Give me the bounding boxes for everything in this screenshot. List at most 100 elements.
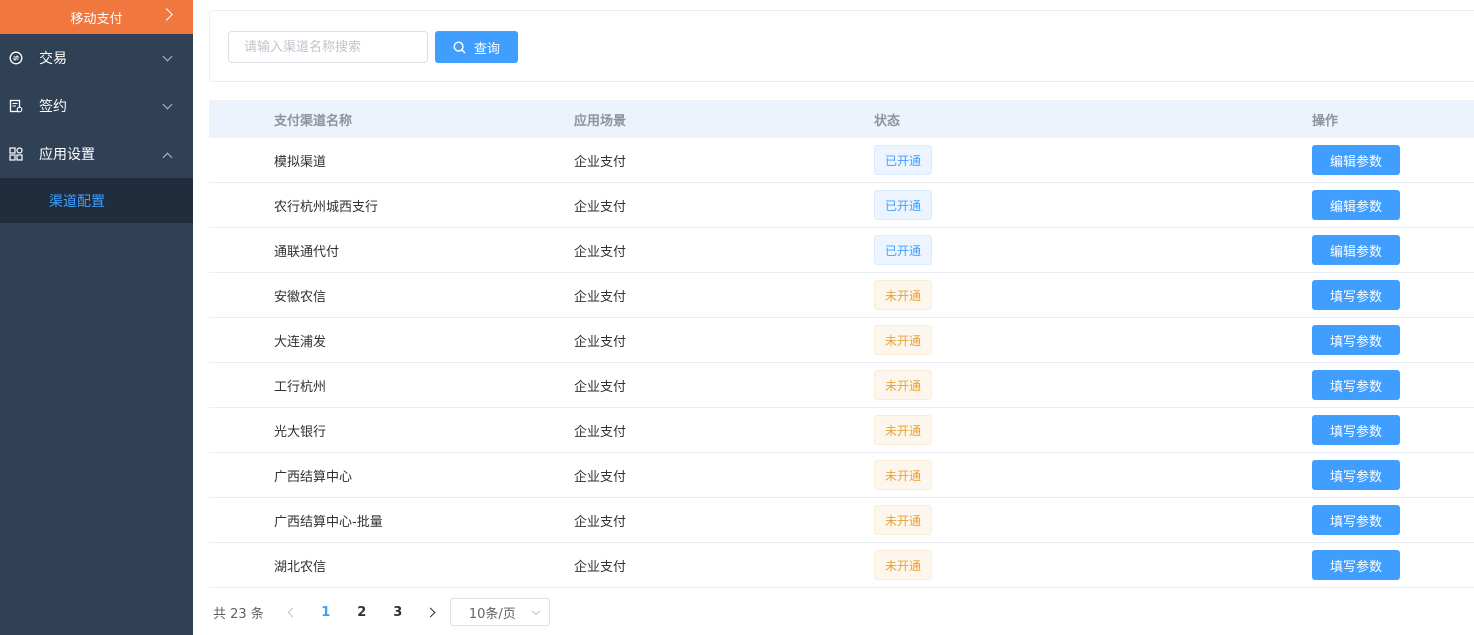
chevron-up-icon (162, 152, 173, 163)
edit-params-button[interactable]: 编辑参数 (1312, 145, 1400, 175)
fill-params-button[interactable]: 填写参数 (1312, 280, 1400, 310)
status-badge: 未开通 (874, 325, 932, 355)
status-badge: 已开通 (874, 235, 932, 265)
status-badge: 未开通 (874, 370, 932, 400)
status-badge: 已开通 (874, 190, 932, 220)
status-tag: 未开通 (874, 370, 932, 400)
channel-name: 光大银行 (274, 424, 327, 440)
edit-params-button[interactable]: 编辑参数 (1312, 190, 1400, 220)
column-header-action: 操作 (1312, 113, 1339, 129)
page-number[interactable]: 2 (344, 598, 380, 626)
submenu-item-channel-config[interactable]: 渠道配置 (0, 178, 193, 223)
status-badge: 未开通 (874, 550, 932, 580)
column-header-scene: 应用场景 (574, 113, 627, 129)
menu-item-contract[interactable]: 签约 (0, 82, 193, 130)
fill-params-button[interactable]: 填写参数 (1312, 550, 1400, 580)
status-badge: 未开通 (874, 280, 932, 310)
chevron-left-icon (287, 607, 298, 617)
menu-item-label: 应用设置 (39, 147, 95, 163)
status-tag: 未开通 (874, 460, 932, 490)
status-tag: 未开通 (874, 415, 932, 445)
search-input[interactable] (228, 31, 428, 63)
fill-params-button[interactable]: 填写参数 (1312, 505, 1400, 535)
status-tag: 已开通 (874, 235, 932, 265)
channel-scene: 企业支付 (574, 244, 627, 260)
channel-name: 广西结算中心 (274, 469, 353, 485)
channel-scene: 企业支付 (574, 379, 627, 395)
channel-scene: 企业支付 (574, 424, 627, 440)
status-badge: 未开通 (874, 415, 932, 445)
search-button-label: 查询 (473, 41, 500, 57)
page-size-value: 10条/页 (468, 606, 516, 622)
chevron-down-icon (162, 99, 173, 110)
action-cell: 填写参数 (1312, 280, 1400, 310)
action-cell: 填写参数 (1312, 370, 1400, 400)
next-page-button[interactable] (416, 598, 446, 626)
channel-scene: 企业支付 (574, 334, 627, 350)
status-badge: 未开通 (874, 460, 932, 490)
channel-scene: 企业支付 (574, 154, 627, 170)
channel-scene: 企业支付 (574, 469, 627, 485)
pagination: 共 23 条 1 2 3 10条/页 (213, 598, 550, 626)
page-number[interactable]: 3 (380, 598, 416, 626)
channel-scene: 企业支付 (574, 199, 627, 215)
menu-item-transaction[interactable]: 交易 (0, 34, 193, 82)
status-badge: 已开通 (874, 145, 932, 175)
sidebar: 移动支付 交易 签约 应用设置 渠道配置 (0, 0, 193, 635)
page-number[interactable]: 1 (308, 598, 344, 626)
status-tag: 未开通 (874, 550, 932, 580)
chevron-down-icon (162, 51, 173, 62)
fill-params-button[interactable]: 填写参数 (1312, 415, 1400, 445)
fill-params-button[interactable]: 填写参数 (1312, 325, 1400, 355)
fill-params-button[interactable]: 填写参数 (1312, 370, 1400, 400)
sidebar-top-title[interactable]: 移动支付 (0, 0, 193, 34)
page-size-select[interactable]: 10条/页 (449, 598, 550, 626)
table-row: 模拟渠道 企业支付 已开通 编辑参数 (209, 138, 1474, 183)
table-row: 大连浦发 企业支付 未开通 填写参数 (209, 318, 1474, 363)
main-content: 查询 支付渠道名称 应用场景 状态 操作 模拟渠道企业支付已开通编辑参数农行杭州… (193, 0, 1474, 635)
prev-page-button[interactable] (278, 598, 308, 626)
action-cell: 填写参数 (1312, 460, 1400, 490)
fill-params-button[interactable]: 填写参数 (1312, 460, 1400, 490)
status-tag: 未开通 (874, 325, 932, 355)
search-card: 查询 (209, 10, 1474, 82)
table-row: 农行杭州城西支行 企业支付 已开通 编辑参数 (209, 183, 1474, 228)
chevron-down-icon (531, 606, 541, 616)
transaction-icon (9, 51, 23, 65)
channel-name: 广西结算中心-批量 (274, 514, 383, 530)
apps-grid-icon (9, 147, 23, 161)
action-cell: 填写参数 (1312, 325, 1400, 355)
channel-name: 大连浦发 (274, 334, 327, 350)
menu-item-label: 签约 (39, 99, 67, 115)
menu-item-label: 交易 (39, 51, 67, 67)
status-badge: 未开通 (874, 505, 932, 535)
table-row: 广西结算中心 企业支付 未开通 填写参数 (209, 453, 1474, 498)
table-header: 支付渠道名称 应用场景 状态 操作 (209, 100, 1474, 138)
status-tag: 未开通 (874, 505, 932, 535)
table-row: 安徽农信 企业支付 未开通 填写参数 (209, 273, 1474, 318)
status-tag: 已开通 (874, 190, 932, 220)
channel-name: 模拟渠道 (274, 154, 327, 170)
status-tag: 已开通 (874, 145, 932, 175)
table-body: 模拟渠道 企业支付 已开通 编辑参数 农行杭州城西支行 企业支付 已开通 编辑参数 通联通代付企… (209, 138, 1474, 588)
channel-name: 安徽农信 (274, 289, 327, 305)
edit-params-button[interactable]: 编辑参数 (1312, 235, 1400, 265)
menu-item-app-settings[interactable]: 应用设置 (0, 130, 193, 178)
pagination-total: 共 23 条 (213, 606, 264, 622)
channel-scene: 企业支付 (574, 514, 627, 530)
column-header-name: 支付渠道名称 (274, 113, 353, 129)
channel-scene: 企业支付 (574, 289, 627, 305)
channel-name: 通联通代付 (274, 244, 340, 260)
action-cell: 填写参数 (1312, 505, 1400, 535)
search-button[interactable]: 查询 (435, 31, 518, 63)
submenu-item-label: 渠道配置 (49, 193, 105, 210)
search-icon (453, 40, 466, 54)
action-cell: 填写参数 (1312, 550, 1400, 580)
table-row: 通联通代付 企业支付 已开通 编辑参数 (209, 228, 1474, 273)
channel-name: 工行杭州 (274, 379, 327, 395)
table-row: 湖北农信 企业支付 未开通 填写参数 (209, 543, 1474, 588)
channel-scene: 企业支付 (574, 559, 627, 575)
sidebar-top-label: 移动支付 (70, 11, 123, 27)
table-row: 光大银行 企业支付 未开通 填写参数 (209, 408, 1474, 453)
table-row: 广西结算中心-批量 企业支付 未开通 填写参数 (209, 498, 1474, 543)
